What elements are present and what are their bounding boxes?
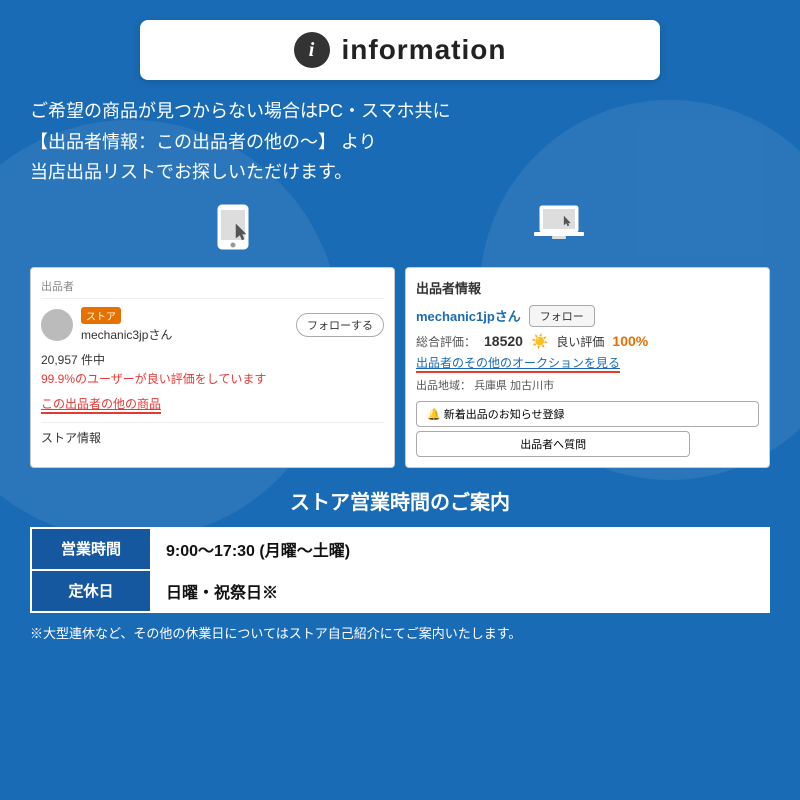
rating-label-right: 総合評価： <box>416 333 476 350</box>
follow-button-left[interactable]: フォローする <box>296 313 384 337</box>
good-label: 良い評価 <box>556 333 604 350</box>
question-button[interactable]: 出品者へ質問 <box>416 431 690 457</box>
left-panel-label: 出品者 <box>41 278 384 299</box>
right-panel-header: 出品者情報 <box>416 278 759 297</box>
good-pct: 100% <box>612 333 648 349</box>
business-section: ストア営業時間のご案内 営業時間 9:00〜17:30 (月曜〜土曜) 定休日 … <box>30 486 770 642</box>
avatar-left <box>41 309 73 341</box>
stats-text: 20,957 件中 <box>41 351 384 368</box>
seller-name-left: mechanic3jpさん <box>81 326 172 343</box>
hours-label-2: 定休日 <box>31 570 151 612</box>
main-text-line1: ご希望の商品が見つからない場合はPC・スマホ共に <box>30 96 770 127</box>
seller-name-row-right: mechanic1jpさん フォロー <box>416 305 759 327</box>
notify-button[interactable]: 🔔 新着出品のお知らせ登録 <box>416 401 759 427</box>
panels-row: 出品者 ストア mechanic3jpさん フォローする 20,957 件中 9… <box>30 267 770 468</box>
hours-row-1: 営業時間 9:00〜17:30 (月曜〜土曜) <box>31 528 769 570</box>
pc-icon <box>534 204 586 261</box>
location-text: 出品地域： 兵庫県 加古川市 <box>416 377 759 393</box>
seller-info-left: ストア mechanic3jpさん <box>81 307 172 343</box>
business-title: ストア営業時間のご案内 <box>30 486 770 515</box>
seller-row-left: ストア mechanic3jpさん フォローする <box>41 307 384 343</box>
hours-row-2: 定休日 日曜・祝祭日※ <box>31 570 769 612</box>
information-header: i information <box>140 20 660 80</box>
hours-table: 営業時間 9:00〜17:30 (月曜〜土曜) 定休日 日曜・祝祭日※ <box>30 527 770 613</box>
store-badge: ストア <box>81 307 121 324</box>
rating-text-left: 99.9%のユーザーが良い評価をしています <box>41 370 384 387</box>
rating-row-right: 総合評価： 18520 ☀️ 良い評価 100% <box>416 333 759 350</box>
main-container: i information ご希望の商品が見つからない場合はPC・スマホ共に 【… <box>0 0 800 652</box>
header-title: information <box>342 34 507 66</box>
follow-button-right[interactable]: フォロー <box>529 305 595 327</box>
phone-icon <box>214 204 254 261</box>
other-items-link[interactable]: この出品者の他の商品 <box>41 395 161 414</box>
hours-value-2: 日曜・祝祭日※ <box>151 570 769 612</box>
main-text-line2: 【出品者情報：この出品者の他の〜】 より <box>30 127 770 158</box>
info-icon: i <box>294 32 330 68</box>
right-panel: 出品者情報 mechanic1jpさん フォロー 総合評価： 18520 ☀️ … <box>405 267 770 468</box>
rating-num: 18520 <box>484 333 523 349</box>
sun-icon: ☀️ <box>531 333 548 350</box>
seller-name-right: mechanic1jpさん <box>416 306 521 325</box>
store-info-text[interactable]: ストア情報 <box>41 422 384 446</box>
hours-value-1: 9:00〜17:30 (月曜〜土曜) <box>151 528 769 570</box>
hours-label-1: 営業時間 <box>31 528 151 570</box>
left-panel: 出品者 ストア mechanic3jpさん フォローする 20,957 件中 9… <box>30 267 395 468</box>
main-description: ご希望の商品が見つからない場合はPC・スマホ共に 【出品者情報：この出品者の他の… <box>30 96 770 188</box>
device-icons-row <box>20 204 780 261</box>
footer-note: ※大型連休など、その他の休業日についてはストア自己紹介にてご案内いたします。 <box>30 623 770 642</box>
auction-link-right[interactable]: 出品者のその他のオークションを見る <box>416 354 620 373</box>
main-text-line3: 当店出品リストでお探しいただけます。 <box>30 157 770 188</box>
